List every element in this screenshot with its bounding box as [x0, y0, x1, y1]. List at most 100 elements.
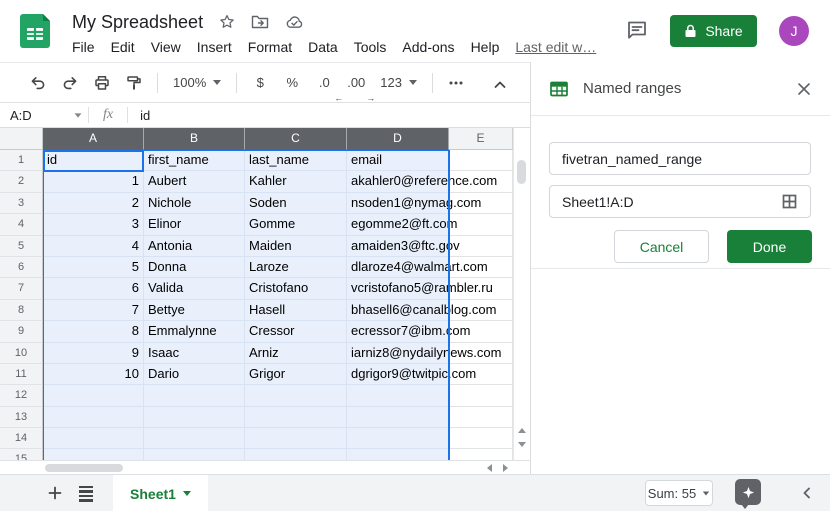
comment-icon[interactable] — [625, 18, 649, 42]
cell-D5[interactable]: amaiden3@ftc.gov — [347, 236, 449, 257]
paint-format-icon[interactable] — [120, 69, 148, 97]
cell-A10[interactable]: 9 — [43, 343, 144, 364]
cell-C9[interactable]: Cressor — [245, 321, 347, 342]
cell-C13[interactable] — [245, 407, 347, 428]
sum-badge[interactable]: Sum: 55 — [645, 480, 713, 506]
cell-E13[interactable] — [449, 407, 513, 428]
cell-C2[interactable]: Kahler — [245, 171, 347, 192]
cell-C10[interactable]: Arniz — [245, 343, 347, 364]
cell-B15[interactable] — [144, 449, 245, 460]
scroll-left-icon[interactable] — [487, 464, 492, 472]
increase-decimal-button[interactable]: .00 — [342, 69, 370, 97]
sheets-logo-icon[interactable] — [20, 14, 50, 48]
cell-E10[interactable] — [449, 343, 513, 364]
all-sheets-icon[interactable] — [79, 486, 93, 502]
cell-C7[interactable]: Cristofano — [245, 278, 347, 299]
cell-C6[interactable]: Laroze — [245, 257, 347, 278]
cell-B5[interactable]: Antonia — [144, 236, 245, 257]
select-data-range-icon[interactable] — [781, 193, 798, 210]
cell-D8[interactable]: bhasell6@canalblog.com — [347, 300, 449, 321]
cell-B4[interactable]: Elinor — [144, 214, 245, 235]
horizontal-scrollbar[interactable] — [0, 460, 530, 474]
cell-E3[interactable] — [449, 193, 513, 214]
row-header-2[interactable]: 2 — [0, 171, 43, 192]
cell-D10[interactable]: iarniz8@nydailynews.com — [347, 343, 449, 364]
cell-E8[interactable] — [449, 300, 513, 321]
cell-B3[interactable]: Nichole — [144, 193, 245, 214]
scroll-down-icon[interactable] — [518, 442, 526, 447]
undo-icon[interactable] — [24, 69, 52, 97]
cell-D13[interactable] — [347, 407, 449, 428]
cell-E15[interactable] — [449, 449, 513, 460]
explore-icon[interactable] — [735, 479, 761, 505]
menu-edit[interactable]: Edit — [103, 39, 143, 55]
cell-A8[interactable]: 7 — [43, 300, 144, 321]
vertical-scrollbar-thumb[interactable] — [517, 160, 526, 184]
cell-C15[interactable] — [245, 449, 347, 460]
cell-C12[interactable] — [245, 385, 347, 406]
menu-data[interactable]: Data — [300, 39, 346, 55]
cell-D6[interactable]: dlaroze4@walmart.com — [347, 257, 449, 278]
more-toolbar-icon[interactable] — [442, 69, 470, 97]
cell-A11[interactable]: 10 — [43, 364, 144, 385]
cell-A14[interactable] — [43, 428, 144, 449]
menu-view[interactable]: View — [143, 39, 189, 55]
cell-D7[interactable]: vcristofano5@rambler.ru — [347, 278, 449, 299]
cell-A4[interactable]: 3 — [43, 214, 144, 235]
cell-A9[interactable]: 8 — [43, 321, 144, 342]
cell-A3[interactable]: 2 — [43, 193, 144, 214]
cell-E4[interactable] — [449, 214, 513, 235]
cell-C8[interactable]: Hasell — [245, 300, 347, 321]
column-header-A[interactable]: A — [43, 128, 144, 150]
cell-B14[interactable] — [144, 428, 245, 449]
cell-C11[interactable]: Grigor — [245, 364, 347, 385]
cell-E14[interactable] — [449, 428, 513, 449]
range-name-input[interactable] — [562, 151, 798, 167]
cell-D1[interactable]: email — [347, 150, 449, 171]
column-header-B[interactable]: B — [144, 128, 245, 150]
cell-D4[interactable]: egomme2@ft.com — [347, 214, 449, 235]
zoom-control[interactable]: 100% — [167, 69, 227, 97]
cell-B9[interactable]: Emmalynne — [144, 321, 245, 342]
cell-C5[interactable]: Maiden — [245, 236, 347, 257]
cell-A13[interactable] — [43, 407, 144, 428]
cell-E7[interactable] — [449, 278, 513, 299]
cell-D2[interactable]: akahler0@reference.com — [347, 171, 449, 192]
menu-file[interactable]: File — [64, 39, 103, 55]
select-all-corner[interactable] — [0, 128, 43, 150]
horizontal-scrollbar-thumb[interactable] — [45, 464, 123, 472]
close-icon[interactable] — [796, 81, 812, 97]
cell-C1[interactable]: last_name — [245, 150, 347, 171]
range-name-field[interactable] — [549, 142, 811, 175]
cell-E1[interactable] — [449, 150, 513, 171]
column-header-D[interactable]: D — [347, 128, 449, 150]
vertical-scrollbar[interactable] — [513, 128, 530, 460]
menu-format[interactable]: Format — [240, 39, 300, 55]
row-header-10[interactable]: 10 — [0, 343, 43, 364]
cell-B13[interactable] — [144, 407, 245, 428]
row-header-11[interactable]: 11 — [0, 364, 43, 385]
cell-A2[interactable]: 1 — [43, 171, 144, 192]
row-header-14[interactable]: 14 — [0, 428, 43, 449]
last-edit-link[interactable]: Last edit w… — [515, 39, 596, 55]
collapse-toolbar-icon[interactable] — [486, 71, 514, 99]
print-icon[interactable] — [88, 69, 116, 97]
decrease-decimal-button[interactable]: .0 — [310, 69, 338, 97]
currency-format-button[interactable]: $ — [246, 69, 274, 97]
range-address-input[interactable] — [562, 194, 781, 210]
share-button[interactable]: Share — [670, 15, 757, 47]
row-header-1[interactable]: 1 — [0, 150, 43, 171]
avatar[interactable]: J — [779, 16, 809, 46]
percent-format-button[interactable]: % — [278, 69, 306, 97]
column-header-E[interactable]: E — [449, 128, 513, 150]
row-header-5[interactable]: 5 — [0, 236, 43, 257]
done-button[interactable]: Done — [727, 230, 812, 263]
cell-E9[interactable] — [449, 321, 513, 342]
cell-B12[interactable] — [144, 385, 245, 406]
cell-B11[interactable]: Dario — [144, 364, 245, 385]
menu-insert[interactable]: Insert — [189, 39, 240, 55]
cell-B1[interactable]: first_name — [144, 150, 245, 171]
cloud-saved-icon[interactable] — [285, 14, 304, 30]
sheet-tab-sheet1[interactable]: Sheet1 — [113, 475, 208, 511]
cell-D11[interactable]: dgrigor9@twitpic.com — [347, 364, 449, 385]
